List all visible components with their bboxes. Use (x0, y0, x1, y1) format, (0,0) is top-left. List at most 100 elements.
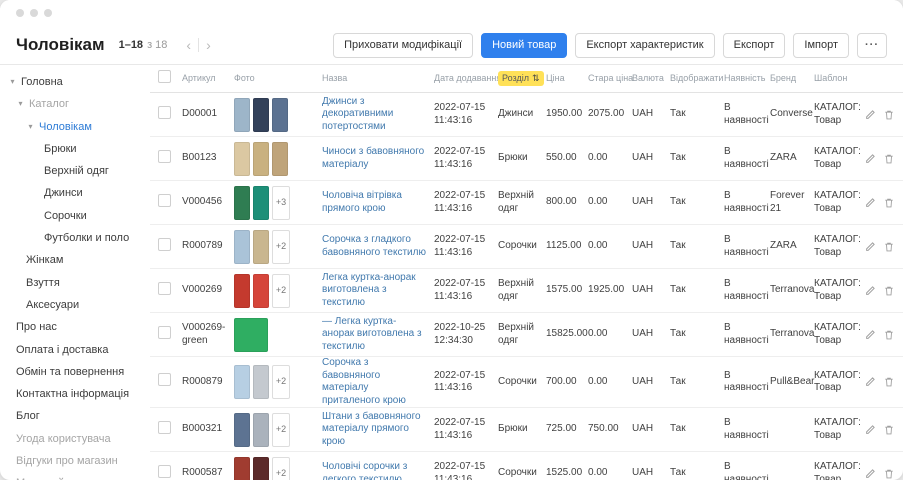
row-checkbox[interactable] (158, 238, 171, 251)
product-link[interactable]: Чоловічі сорочки з легкого текстилю (322, 461, 407, 480)
sidebar-item-угода-користувача[interactable]: Угода користувача (0, 428, 150, 450)
sidebar-item-відгуки-про-магазин[interactable]: Відгуки про магазин (0, 450, 150, 472)
column-header-section: Розділ ⇅ (498, 71, 546, 86)
row-checkbox[interactable] (158, 194, 171, 207)
column-header-template[interactable]: Шаблон (814, 73, 866, 84)
cell-brand: Terranova (770, 284, 814, 297)
cell-old-price: 0.00 (588, 240, 632, 253)
pagination: 1–18 з 18 ‹ › (119, 38, 218, 52)
product-photo (272, 98, 288, 132)
cell-old-price: 0.00 (588, 152, 632, 165)
edit-button[interactable] (864, 468, 876, 480)
new-product-button[interactable]: Новий товар (481, 33, 567, 58)
product-link[interactable]: Сорочка з бавовняного матеріалу притален… (322, 357, 406, 406)
delete-button[interactable] (883, 241, 895, 253)
window-titlebar (0, 0, 903, 26)
sorted-column-chip[interactable]: Розділ ⇅ (498, 71, 544, 86)
sidebar-item-футболки-и-поло[interactable]: Футболки и поло (0, 227, 150, 249)
sidebar-item-джинси[interactable]: Джинси (0, 182, 150, 204)
product-link[interactable]: Легка куртка-анорак виготовлена з тексти… (322, 272, 416, 308)
delete-button[interactable] (883, 376, 895, 388)
delete-button[interactable] (883, 329, 895, 341)
sidebar-item-сорочки[interactable]: Сорочки (0, 205, 150, 227)
more-photos-badge[interactable]: +2 (272, 274, 290, 308)
hide-modifications-button[interactable]: Приховати модифікації (333, 33, 473, 58)
row-checkbox[interactable] (158, 421, 171, 434)
row-checkbox[interactable] (158, 373, 171, 386)
edit-button[interactable] (864, 285, 876, 297)
edit-button[interactable] (864, 329, 876, 341)
row-checkbox[interactable] (158, 150, 171, 163)
more-actions-button[interactable]: ··· (857, 33, 887, 58)
row-checkbox[interactable] (158, 106, 171, 119)
column-header-currency[interactable]: Валюта (632, 73, 670, 84)
sidebar-item-оплата-і-доставка[interactable]: Оплата і доставка (0, 339, 150, 361)
cell-sku: B000321 (182, 423, 234, 436)
more-photos-badge[interactable]: +2 (272, 230, 290, 264)
export-button[interactable]: Експорт (723, 33, 786, 58)
select-all-checkbox[interactable] (158, 70, 171, 83)
column-header-old-price[interactable]: Стара ціна (588, 73, 632, 84)
sidebar-item-обмін-та-повернення[interactable]: Обмін та повернення (0, 361, 150, 383)
edit-button[interactable] (864, 197, 876, 209)
cell-display: Так (670, 284, 724, 297)
sidebar-item-контактна-інформація[interactable]: Контактна інформація (0, 383, 150, 405)
product-link[interactable]: Джинси з декоративними потертостями (322, 96, 393, 132)
cell-price: 1575.00 (546, 284, 588, 297)
sidebar-item-брюки[interactable]: Брюки (0, 138, 150, 160)
column-header-name[interactable]: Назва (322, 73, 434, 84)
product-photo (253, 142, 269, 176)
more-photos-badge[interactable]: +2 (272, 457, 290, 480)
sidebar-item-каталог[interactable]: ▾ Каталог (0, 93, 150, 115)
more-photos-badge[interactable]: +2 (272, 413, 290, 447)
edit-button[interactable] (864, 424, 876, 436)
sidebar-item-головна[interactable]: ▾ Головна (0, 71, 150, 93)
more-photos-badge[interactable]: +3 (272, 186, 290, 220)
edit-button[interactable] (864, 376, 876, 388)
delete-button[interactable] (883, 468, 895, 480)
sidebar-item-чоловікам[interactable]: ▾ Чоловікам (0, 116, 150, 138)
row-checkbox[interactable] (158, 326, 171, 339)
delete-button[interactable] (883, 285, 895, 297)
delete-button[interactable] (883, 197, 895, 209)
delete-button[interactable] (883, 424, 895, 436)
sidebar-item-про-нас[interactable]: Про нас (0, 316, 150, 338)
cell-name: Сорочка з гладкого бавовняного текстилю (322, 234, 434, 259)
product-photo (234, 186, 250, 220)
cell-section: Верхній одяг (498, 190, 546, 215)
sidebar-item-мапа-сайту[interactable]: Мапа сайту (0, 472, 150, 480)
row-checkbox[interactable] (158, 282, 171, 295)
cell-actions (866, 424, 895, 436)
sidebar-item-верхній-одяг[interactable]: Верхній одяг (0, 160, 150, 182)
edit-button[interactable] (864, 109, 876, 121)
sidebar-item-блог[interactable]: Блог (0, 405, 150, 427)
export-characteristics-button[interactable]: Експорт характеристик (575, 33, 714, 58)
product-link[interactable]: Чоловіча вітрівка прямого крою (322, 190, 402, 214)
delete-button[interactable] (883, 109, 895, 121)
pagination-prev-button[interactable]: ‹ (179, 38, 198, 52)
column-header-brand[interactable]: Бренд (770, 73, 814, 84)
row-checkbox[interactable] (158, 465, 171, 478)
column-header-sku[interactable]: Артикул (182, 73, 234, 84)
product-link[interactable]: Сорочка з гладкого бавовняного текстилю (322, 234, 426, 258)
column-header-availability[interactable]: Наявність (724, 73, 770, 84)
product-link[interactable]: Чиноси з бавовняного матеріалу (322, 146, 424, 170)
product-link[interactable]: Штани з бавовняного матеріалу прямого кр… (322, 411, 421, 447)
edit-button[interactable] (864, 241, 876, 253)
sidebar-item-взуття[interactable]: Взуття (0, 272, 150, 294)
sidebar-item-аксесуари[interactable]: Аксесуари (0, 294, 150, 316)
product-link[interactable]: — Легка куртка-анорак виготовлена з текс… (322, 316, 422, 352)
column-header-price[interactable]: Ціна (546, 73, 588, 84)
column-header-date-added[interactable]: Дата додавання (434, 73, 498, 84)
cell-currency: UAH (632, 152, 670, 165)
cell-date-added: 2022-10-25 12:34:30 (434, 322, 498, 347)
more-photos-badge[interactable]: +2 (272, 365, 290, 399)
pagination-next-button[interactable]: › (199, 38, 218, 52)
delete-button[interactable] (883, 153, 895, 165)
edit-button[interactable] (864, 153, 876, 165)
column-header-display[interactable]: Відображати (670, 73, 724, 84)
cell-actions (866, 197, 895, 209)
sidebar-item-жінкам[interactable]: Жінкам (0, 249, 150, 271)
cell-price: 15825.00 (546, 328, 588, 341)
import-button[interactable]: Імпорт (793, 33, 849, 58)
